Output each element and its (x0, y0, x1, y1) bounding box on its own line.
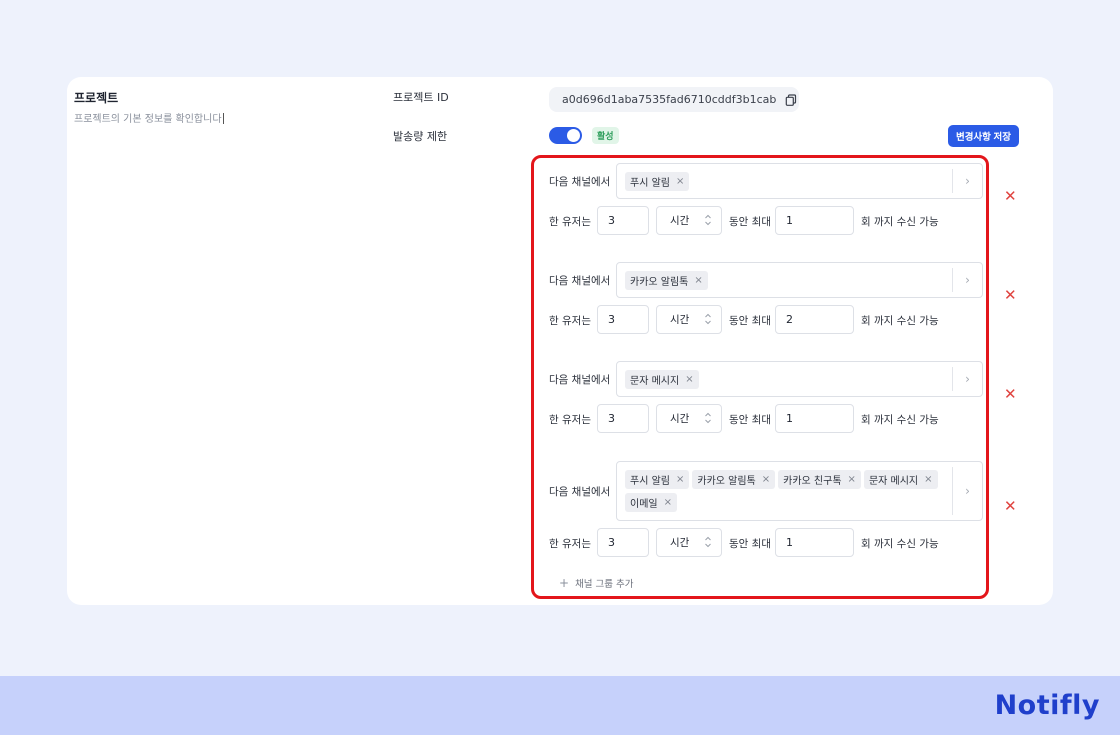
user-prefix-label: 한 유저는 (549, 315, 591, 327)
delete-group-icon[interactable]: ✕ (1004, 385, 1017, 403)
channel-select[interactable]: 푸시 알림 × › (616, 163, 983, 199)
select-arrows-icon (705, 536, 711, 548)
channel-tag: 푸시 알림 × (625, 470, 690, 489)
chevron-right-icon[interactable]: › (952, 467, 982, 515)
select-arrows-icon (705, 313, 711, 325)
select-arrows-icon (705, 412, 711, 424)
toggle-knob (567, 129, 580, 142)
unit-select[interactable]: 시간 (656, 206, 722, 235)
suffix-label: 회 까지 수신 가능 (861, 216, 939, 228)
channel-group-1: 다음 채널에서 푸시 알림 × › 한 유저는 3 시간 동안 최대 1 회 까지… (549, 163, 984, 243)
max-label: 동안 최대 (729, 414, 771, 426)
channel-tag: 이메일 × (625, 493, 677, 512)
text-cursor (222, 113, 224, 124)
add-channel-group-button[interactable]: + 채널 그룹 추가 (559, 576, 634, 590)
channel-tag: 카카오 친구톡 × (778, 470, 861, 489)
project-id-field: a0d696d1aba7535fad6710cddf3b1cab (549, 87, 799, 112)
max-count-input[interactable]: 2 (775, 305, 854, 334)
max-label: 동안 최대 (729, 216, 771, 228)
delete-group-icon[interactable]: ✕ (1004, 286, 1017, 304)
channel-prefix-label: 다음 채널에서 (549, 374, 611, 386)
remove-tag-icon[interactable]: × (676, 474, 684, 485)
remove-tag-icon[interactable]: × (848, 474, 856, 485)
channel-tag: 카카오 알림톡 × (692, 470, 776, 489)
user-prefix-label: 한 유저는 (549, 414, 591, 426)
delete-group-icon[interactable]: ✕ (1004, 187, 1017, 205)
suffix-label: 회 까지 수신 가능 (861, 538, 939, 550)
chevron-right-icon[interactable]: › (952, 268, 982, 292)
channel-prefix-label: 다음 채널에서 (549, 275, 611, 287)
period-input[interactable]: 3 (597, 305, 649, 334)
remove-tag-icon[interactable]: × (694, 275, 702, 286)
remove-tag-icon[interactable]: × (924, 474, 932, 485)
plus-icon: + (559, 576, 570, 590)
period-input[interactable]: 3 (597, 528, 649, 557)
remove-tag-icon[interactable]: × (762, 474, 770, 485)
remove-tag-icon[interactable]: × (685, 374, 693, 385)
max-count-input[interactable]: 1 (775, 206, 854, 235)
channel-select[interactable]: 카카오 알림톡 × › (616, 262, 983, 298)
channel-tag: 카카오 알림톡 × (625, 271, 708, 290)
footer-bar: Notifly (0, 676, 1120, 735)
channel-group-3: 다음 채널에서 문자 메시지 × › 한 유저는 3 시간 동안 최대 1 회 까… (549, 361, 984, 441)
save-changes-button[interactable]: 변경사항 저장 (948, 125, 1019, 147)
add-channel-group-label: 채널 그룹 추가 (575, 579, 634, 590)
max-label: 동안 최대 (729, 538, 771, 550)
channel-tag: 푸시 알림 × (625, 172, 690, 191)
chevron-right-icon[interactable]: › (952, 169, 982, 193)
suffix-label: 회 까지 수신 가능 (861, 315, 939, 327)
channel-group-2: 다음 채널에서 카카오 알림톡 × › 한 유저는 3 시간 동안 최대 2 회 … (549, 262, 984, 342)
channel-tag: 문자 메시지 × (625, 370, 699, 389)
channel-group-4: 다음 채널에서 푸시 알림 × 카카오 알림톡 × 카카오 친구톡 × 문자 메시지 ×… (549, 461, 984, 561)
project-id-label: 프로젝트 ID (393, 91, 449, 104)
status-badge: 활성 (592, 127, 619, 144)
period-input[interactable]: 3 (597, 206, 649, 235)
remove-tag-icon[interactable]: × (664, 497, 672, 508)
user-prefix-label: 한 유저는 (549, 216, 591, 228)
section-title: 프로젝트 (74, 91, 119, 105)
copy-icon[interactable] (784, 93, 798, 107)
max-count-input[interactable]: 1 (775, 404, 854, 433)
channel-tag: 문자 메시지 × (863, 470, 938, 489)
unit-select[interactable]: 시간 (656, 528, 722, 557)
user-prefix-label: 한 유저는 (549, 538, 591, 550)
rate-limit-toggle[interactable] (549, 127, 582, 144)
channel-prefix-label: 다음 채널에서 (549, 176, 611, 188)
max-label: 동안 최대 (729, 315, 771, 327)
period-input[interactable]: 3 (597, 404, 649, 433)
suffix-label: 회 까지 수신 가능 (861, 414, 939, 426)
channel-prefix-label: 다음 채널에서 (549, 486, 611, 498)
max-count-input[interactable]: 1 (775, 528, 854, 557)
unit-select[interactable]: 시간 (656, 305, 722, 334)
brand-logo: Notifly (994, 690, 1100, 721)
remove-tag-icon[interactable]: × (676, 176, 684, 187)
unit-select[interactable]: 시간 (656, 404, 722, 433)
chevron-right-icon[interactable]: › (952, 367, 982, 391)
channel-select[interactable]: 푸시 알림 × 카카오 알림톡 × 카카오 친구톡 × 문자 메시지 × 이메일 × › (616, 461, 983, 521)
select-arrows-icon (705, 214, 711, 226)
section-description: 프로젝트의 기본 정보를 확인합니다 (74, 113, 224, 125)
rate-limit-label: 발송량 제한 (393, 130, 448, 143)
channel-select[interactable]: 문자 메시지 × › (616, 361, 983, 397)
project-id-value: a0d696d1aba7535fad6710cddf3b1cab (562, 93, 777, 106)
delete-group-icon[interactable]: ✕ (1004, 497, 1017, 515)
